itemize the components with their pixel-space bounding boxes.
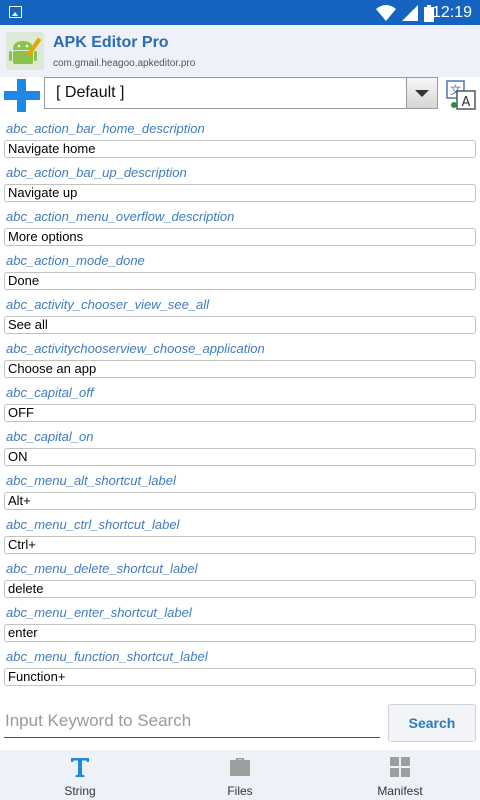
string-list: abc_action_bar_home_description Navigate… <box>0 116 480 692</box>
search-input[interactable] <box>4 704 380 738</box>
notification-image-icon <box>9 6 22 18</box>
clock: 12:19 <box>431 4 472 21</box>
wifi-icon <box>376 5 396 21</box>
list-item: abc_menu_ctrl_shortcut_label Ctrl+ <box>0 512 480 556</box>
status-bar: 12:19 <box>0 0 480 25</box>
language-selected-value: [ Default ] <box>56 84 125 101</box>
string-key: abc_menu_function_shortcut_label <box>6 649 208 664</box>
string-key: abc_capital_off <box>6 385 94 400</box>
app-title: APK Editor Pro <box>53 34 169 51</box>
list-item: abc_capital_on ON <box>0 424 480 468</box>
string-key: abc_action_bar_up_description <box>6 165 187 180</box>
string-key: abc_activity_chooser_view_see_all <box>6 297 210 312</box>
list-item: abc_menu_enter_shortcut_label enter <box>0 600 480 644</box>
list-item: abc_action_bar_home_description Navigate… <box>0 116 480 160</box>
string-value-field[interactable]: Alt+ <box>4 492 476 510</box>
android-app-icon <box>6 32 44 70</box>
list-item: abc_menu_function_shortcut_label Functio… <box>0 644 480 688</box>
search-button[interactable]: Search <box>388 704 476 742</box>
string-key: abc_action_mode_done <box>6 253 145 268</box>
translate-icon[interactable]: 文 A <box>446 80 476 110</box>
bottom-nav: String Files Manifest <box>0 750 480 800</box>
app-package-name: com.gmail.heagoo.apkeditor.pro <box>53 58 196 69</box>
string-value-field[interactable]: ON <box>4 448 476 466</box>
string-key: abc_capital_on <box>6 429 94 444</box>
string-value-field[interactable]: Choose an app <box>4 360 476 378</box>
tab-label: Files <box>227 784 253 798</box>
toolbar: [ Default ] 文 A <box>0 77 480 113</box>
string-key: abc_menu_ctrl_shortcut_label <box>6 517 180 532</box>
search-bar: Search <box>0 698 480 746</box>
list-item: abc_action_menu_overflow_description Mor… <box>0 204 480 248</box>
grid-icon <box>390 757 410 777</box>
string-value-field[interactable]: OFF <box>4 404 476 422</box>
string-value-field[interactable]: See all <box>4 316 476 334</box>
string-key: abc_menu_enter_shortcut_label <box>6 605 192 620</box>
status-icons <box>376 4 434 22</box>
svg-text:A: A <box>462 95 471 110</box>
list-item: abc_action_bar_up_description Navigate u… <box>0 160 480 204</box>
string-value-field[interactable]: Navigate up <box>4 184 476 202</box>
tab-manifest[interactable]: Manifest <box>320 750 480 800</box>
app-header: APK Editor Pro com.gmail.heagoo.apkedito… <box>0 25 480 77</box>
string-value-field[interactable]: Ctrl+ <box>4 536 476 554</box>
list-item: abc_menu_delete_shortcut_label delete <box>0 556 480 600</box>
list-item: abc_activitychooserview_choose_applicati… <box>0 336 480 380</box>
cell-signal-icon <box>402 5 418 21</box>
string-key: abc_activitychooserview_choose_applicati… <box>6 341 265 356</box>
string-value-field[interactable]: Navigate home <box>4 140 476 158</box>
string-key: abc_menu_alt_shortcut_label <box>6 473 176 488</box>
add-string-button[interactable] <box>4 79 40 112</box>
tab-files[interactable]: Files <box>160 750 320 800</box>
string-value-field[interactable]: More options <box>4 228 476 246</box>
list-item: abc_menu_alt_shortcut_label Alt+ <box>0 468 480 512</box>
briefcase-icon <box>230 758 250 776</box>
tab-string[interactable]: String <box>0 750 160 800</box>
list-item: abc_action_mode_done Done <box>0 248 480 292</box>
string-value-field[interactable]: enter <box>4 624 476 642</box>
language-dropdown[interactable]: [ Default ] <box>44 77 438 109</box>
list-item: abc_capital_off OFF <box>0 380 480 424</box>
string-value-field[interactable]: Done <box>4 272 476 290</box>
string-key: abc_menu_delete_shortcut_label <box>6 561 198 576</box>
chevron-down-icon[interactable] <box>406 78 437 108</box>
string-value-field[interactable]: Function+ <box>4 668 476 686</box>
string-key: abc_action_menu_overflow_description <box>6 209 235 224</box>
string-value-field[interactable]: delete <box>4 580 476 598</box>
list-item: abc_activity_chooser_view_see_all See al… <box>0 292 480 336</box>
text-t-icon <box>71 758 89 777</box>
tab-label: Manifest <box>377 784 423 798</box>
string-key: abc_action_bar_home_description <box>6 121 205 136</box>
tab-label: String <box>64 784 96 798</box>
